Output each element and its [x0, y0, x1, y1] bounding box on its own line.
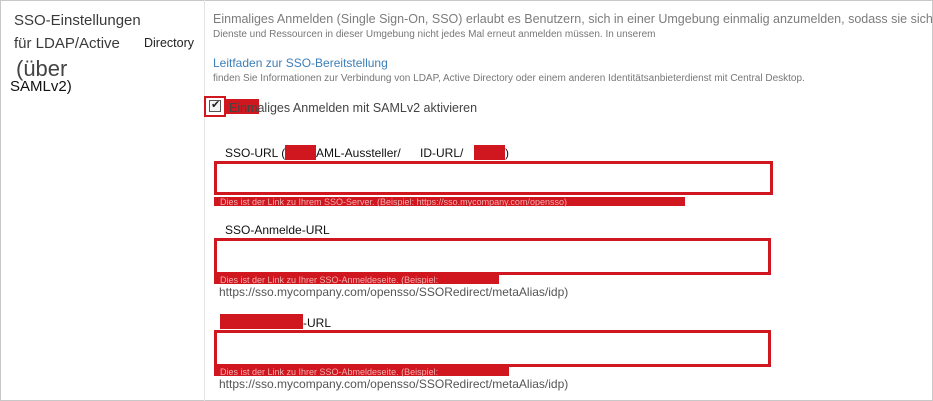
sso-url-label-d: )	[505, 146, 509, 160]
logout-url-label: -URL	[303, 316, 332, 330]
login-url-example: https://sso.mycompany.com/opensso/SSORed…	[219, 285, 569, 299]
logout-url-hint: Dies ist der Link zu Ihrer SSO-Abmeldese…	[220, 367, 439, 377]
enable-samlv2-label: Einmaliges Anmelden mit SAMLv2 aktiviere…	[229, 101, 478, 115]
section-title-line1: SSO-Einstellungen	[14, 12, 141, 29]
sso-description-line2: Dienste und Ressourcen in dieser Umgebun…	[213, 29, 656, 40]
sso-guide-description: finden Sie Informationen zur Verbindung …	[213, 73, 805, 84]
login-url-hint: Dies ist der Link zu Ihrer SSO-Anmeldese…	[220, 275, 439, 285]
sso-url-hint: Dies ist der Link zu Ihrem SSO-Server. (…	[220, 197, 567, 207]
sso-url-label-a: SSO-URL (	[225, 146, 286, 160]
login-url-label: SSO-Anmelde-URL	[225, 223, 330, 237]
login-url-input[interactable]	[214, 238, 771, 275]
sso-url-label-redaction-2	[474, 145, 505, 160]
section-title-line2: für LDAP/Active	[14, 35, 120, 52]
sso-url-label-b: AML-Aussteller/	[316, 146, 401, 160]
sso-url-label-c: ID-URL/	[420, 146, 464, 160]
sso-description: Einmaliges Anmelden (Single Sign-On, SSO…	[213, 12, 933, 26]
column-divider	[204, 0, 205, 401]
logout-url-example: https://sso.mycompany.com/opensso/SSORed…	[219, 377, 569, 391]
enable-samlv2-checkbox[interactable]	[209, 98, 221, 112]
sso-url-label-redaction-1	[285, 145, 316, 160]
sso-url-input[interactable]	[214, 161, 773, 195]
sso-guide-link[interactable]: Leitfaden zur SSO-Bereitstellung	[213, 56, 388, 70]
logout-url-label-redaction	[220, 314, 303, 329]
section-title-line4: SAMLv2)	[10, 78, 72, 95]
section-title-directory: Directory	[144, 36, 195, 50]
logout-url-input[interactable]	[214, 330, 771, 367]
